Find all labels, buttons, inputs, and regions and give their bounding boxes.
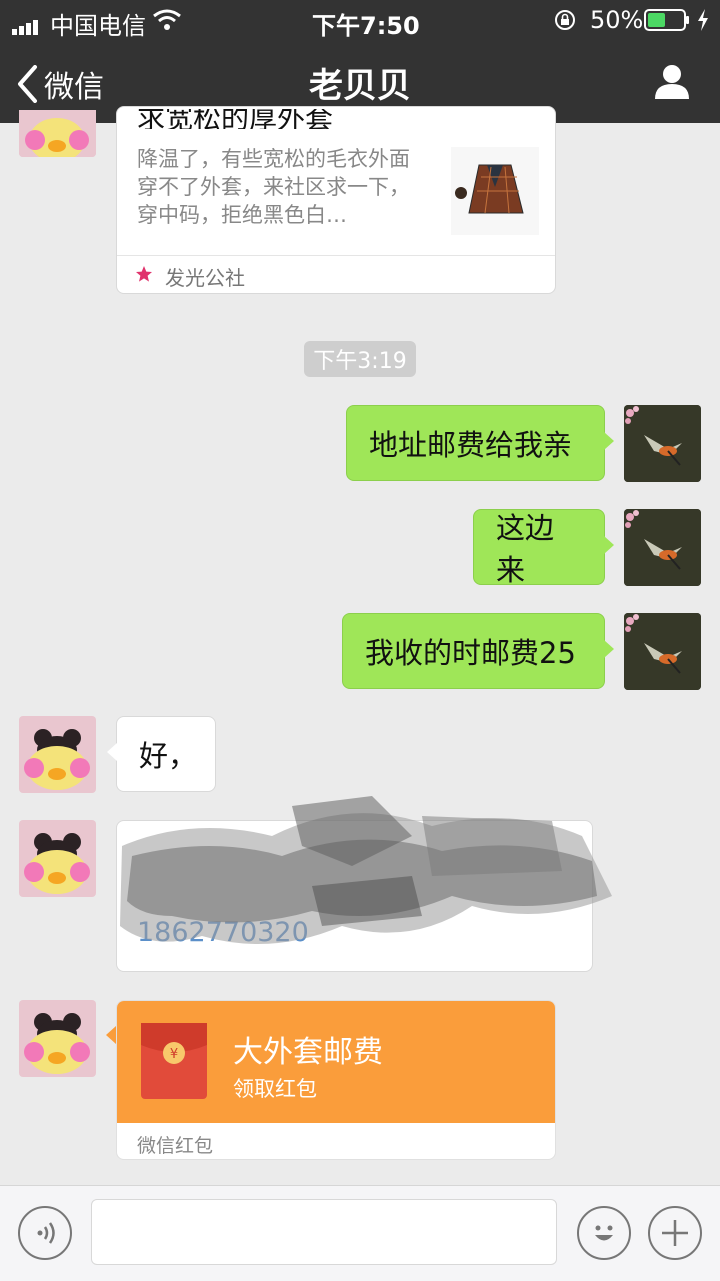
wifi-icon xyxy=(152,8,182,32)
star-icon xyxy=(135,265,153,283)
status-bar: 中国电信 下午7:50 50% xyxy=(0,0,720,40)
my-avatar[interactable] xyxy=(624,405,701,482)
divider xyxy=(117,255,555,256)
red-packet-card[interactable]: ¥ 大外套邮费 领取红包 微信红包 xyxy=(116,1000,556,1160)
yuan-symbol: ¥ xyxy=(170,1047,178,1062)
plus-icon xyxy=(662,1220,688,1246)
status-time: 下午7:50 xyxy=(312,12,420,40)
article-source: 发光公社 xyxy=(165,266,245,290)
back-button[interactable]: 微信 xyxy=(16,62,104,106)
red-packet-title: 大外套邮费 xyxy=(233,1035,383,1070)
contact-avatar[interactable] xyxy=(19,716,96,793)
message-bubble-sent[interactable]: 这边来 xyxy=(473,509,614,587)
red-packet-subtitle: 领取红包 xyxy=(233,1077,317,1101)
person-icon xyxy=(655,65,689,99)
carrier-label: 中国电信 xyxy=(50,12,146,40)
chevron-left-icon xyxy=(18,65,37,103)
battery-percent: 50% xyxy=(590,6,644,34)
bubble-tail xyxy=(106,1026,116,1044)
my-avatar[interactable] xyxy=(624,613,701,690)
article-card[interactable]: 求宽松的厚外套 降温了，有些宽松的毛衣外面穿不了外套，来社区求一下，穿中码，拒绝… xyxy=(116,106,556,294)
more-button[interactable] xyxy=(648,1206,702,1260)
article-thumbnail xyxy=(451,147,539,235)
redaction-scribble xyxy=(112,776,622,996)
input-bar xyxy=(0,1185,720,1281)
article-description: 降温了，有些宽松的毛衣外面穿不了外套，来社区求一下，穿中码，拒绝黑色白… xyxy=(137,147,410,227)
rotation-lock-icon xyxy=(554,9,576,31)
red-envelope-icon: ¥ xyxy=(141,1023,207,1099)
article-title: 求宽松的厚外套 xyxy=(137,109,334,129)
my-avatar[interactable] xyxy=(624,509,701,586)
contact-avatar[interactable] xyxy=(19,820,96,897)
voice-button[interactable] xyxy=(18,1206,72,1260)
smiley-icon xyxy=(595,1225,613,1241)
battery-icon xyxy=(644,9,690,31)
red-packet-footer: 微信红包 xyxy=(137,1135,214,1157)
back-label: 微信 xyxy=(44,70,104,105)
contact-avatar[interactable] xyxy=(19,110,96,157)
chat-title: 老贝贝 xyxy=(309,66,411,106)
message-bubble-sent[interactable]: 地址邮费给我亲 xyxy=(346,405,614,481)
message-input[interactable] xyxy=(91,1199,557,1265)
charging-icon xyxy=(696,8,710,32)
profile-button[interactable] xyxy=(652,62,692,102)
message-bubble-sent[interactable]: 我收的时邮费25 xyxy=(342,613,614,689)
voice-icon xyxy=(37,1222,55,1244)
signal-icon xyxy=(12,13,46,35)
contact-avatar[interactable] xyxy=(19,1000,96,1077)
timestamp: 下午3:19 xyxy=(304,341,416,377)
emoji-button[interactable] xyxy=(577,1206,631,1260)
